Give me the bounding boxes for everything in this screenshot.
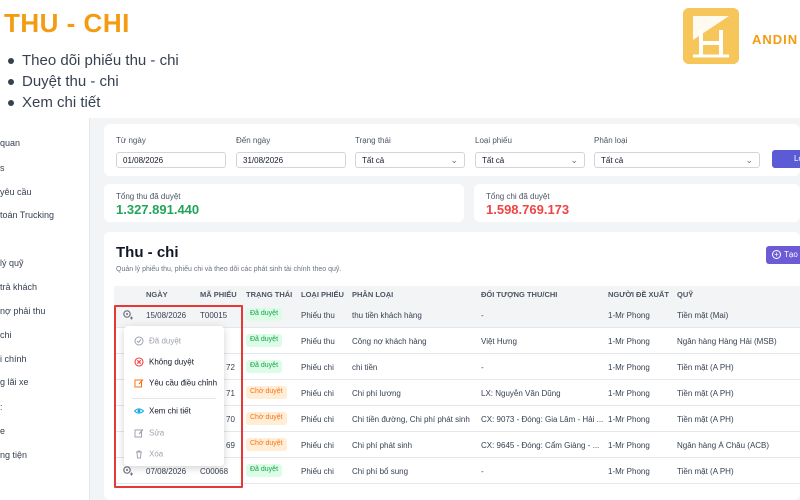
cell-proposer: 1-Mr Phong xyxy=(608,363,650,372)
income-stat-label: Tổng thu đã duyệt xyxy=(116,192,181,201)
chevron-down-icon: ⌄ xyxy=(450,155,458,165)
cell-type: Phiếu chi xyxy=(301,467,334,476)
to-date-input[interactable]: 31/08/2026 xyxy=(236,152,346,168)
cell-fund: Tiền mặt (A PH) xyxy=(677,363,734,372)
col-header: NGƯỜI ĐỀ XUẤT xyxy=(608,290,669,299)
status-badge: Chờ duyệt xyxy=(246,438,287,451)
sidebar: quan s yêu cầu toán Trucking lý quỹ trả … xyxy=(0,118,90,500)
cell-proposer: 1-Mr Phong xyxy=(608,337,650,346)
cell-proposer: 1-Mr Phong xyxy=(608,311,650,320)
brand-logo xyxy=(683,8,739,64)
col-header: QUỸ xyxy=(677,290,694,299)
expense-stat-value: 1.598.769.173 xyxy=(486,202,570,217)
sidebar-item[interactable]: quan xyxy=(0,138,20,148)
col-header: LOẠI PHIẾU xyxy=(301,290,344,299)
cell-fund: Tiền mặt (Mai) xyxy=(677,311,729,320)
status-badge: Chờ duyệt xyxy=(246,386,287,399)
status-label: Trạng thái xyxy=(355,136,391,145)
highlight-frame xyxy=(114,305,243,488)
from-date-label: Từ ngày xyxy=(116,136,146,145)
cell-type: Phiếu chi xyxy=(301,415,334,424)
status-badge: Đã duyệt xyxy=(246,334,283,347)
cell-category: thu tiền khách hàng xyxy=(352,311,422,320)
cell-type: Phiếu chi xyxy=(301,441,334,450)
type-label: Loại phiếu xyxy=(475,136,512,145)
filter-button[interactable]: Lo xyxy=(772,150,800,168)
income-stat-value: 1.327.891.440 xyxy=(116,202,200,217)
income-stat-card: Tổng thu đã duyệt 1.327.891.440 xyxy=(104,184,464,222)
cell-category: chi tiền xyxy=(352,363,378,372)
cell-party: - xyxy=(481,363,484,372)
cell-proposer: 1-Mr Phong xyxy=(608,389,650,398)
sidebar-item[interactable]: i chính xyxy=(0,354,27,364)
cell-category: Chi phí phát sinh xyxy=(352,441,413,450)
expense-stat-label: Tổng chi đã duyệt xyxy=(486,192,550,201)
slide-title: THU - CHI xyxy=(4,8,130,38)
sidebar-item[interactable]: : xyxy=(0,402,3,412)
cell-party: LX: Nguyễn Văn Dũng xyxy=(481,389,561,398)
cell-party: CX: 9645 - Đóng: Cẩm Giàng - ... xyxy=(481,441,600,450)
cell-type: Phiếu chi xyxy=(301,389,334,398)
col-header: TRẠNG THÁI xyxy=(246,290,293,299)
col-header: MÃ PHIẾU xyxy=(200,290,237,299)
sidebar-item[interactable]: yêu cầu xyxy=(0,187,32,197)
col-header: PHÂN LOẠI xyxy=(352,290,394,299)
status-badge: Chờ duyệt xyxy=(246,412,287,425)
bullet-item: Xem chi tiết xyxy=(6,92,179,113)
feature-bullets: Theo dõi phiếu thu - chi Duyệt thu - chi… xyxy=(6,50,179,113)
sidebar-item[interactable]: ng tiện xyxy=(0,450,27,460)
sidebar-item[interactable]: s xyxy=(0,163,5,173)
type-select[interactable]: Tất cả ⌄ xyxy=(475,152,585,168)
cell-proposer: 1-Mr Phong xyxy=(608,415,650,424)
cell-category: Chi phí bổ sung xyxy=(352,467,409,476)
cell-party: CX: 9073 - Đóng: Gia Lâm - Hải ... xyxy=(481,415,603,424)
category-label: Phân loại xyxy=(594,136,628,145)
cell-party: - xyxy=(481,311,484,320)
cell-type: Phiếu thu xyxy=(301,337,335,346)
page-title: Thu - chi xyxy=(116,244,179,261)
bullet-item: Theo dõi phiếu thu - chi xyxy=(6,50,179,71)
sidebar-item[interactable]: chi xyxy=(0,330,12,340)
sidebar-item[interactable]: trả khách xyxy=(0,282,37,292)
expense-stat-card: Tổng chi đã duyệt 1.598.769.173 xyxy=(474,184,800,222)
cell-fund: Ngân hàng Á Châu (ACB) xyxy=(677,441,770,450)
cell-category: Chi tiền đường, Chi phí phát sinh xyxy=(352,415,470,424)
table-header: NGÀY MÃ PHIẾU TRẠNG THÁI LOẠI PHIẾU PHÂN… xyxy=(114,286,800,302)
category-select[interactable]: Tất cả ⌄ xyxy=(594,152,760,168)
cell-category: Chi phí lương xyxy=(352,389,401,398)
chevron-down-icon: ⌄ xyxy=(570,155,578,165)
bullet-item: Duyệt thu - chi xyxy=(6,71,179,92)
cell-party: - xyxy=(481,467,484,476)
filter-bar: Từ ngày 01/08/2026 Đến ngày 31/08/2026 T… xyxy=(104,124,800,176)
cell-fund: Tiền mặt (A PH) xyxy=(677,389,734,398)
from-date-input[interactable]: 01/08/2026 xyxy=(116,152,226,168)
status-badge: Đã duyệt xyxy=(246,308,283,321)
status-badge: Đã duyệt xyxy=(246,464,283,477)
cell-proposer: 1-Mr Phong xyxy=(608,441,650,450)
to-date-label: Đến ngày xyxy=(236,136,271,145)
cell-party: Việt Hưng xyxy=(481,337,517,346)
status-badge: Đã duyệt xyxy=(246,360,283,373)
cell-fund: Tiền mặt (A PH) xyxy=(677,467,734,476)
sidebar-item[interactable]: toán Trucking xyxy=(0,210,54,220)
cell-type: Phiếu thu xyxy=(301,311,335,320)
cell-proposer: 1-Mr Phong xyxy=(608,467,650,476)
status-select[interactable]: Tất cả ⌄ xyxy=(355,152,465,168)
chevron-down-icon: ⌄ xyxy=(745,155,753,165)
sidebar-item[interactable]: nợ phải thu xyxy=(0,306,45,316)
sidebar-item[interactable]: e xyxy=(0,426,5,436)
add-button[interactable]: + Tạo xyxy=(766,246,800,264)
sidebar-item[interactable]: g lãi xe xyxy=(0,377,29,387)
cell-type: Phiếu chi xyxy=(301,363,334,372)
page-subtitle: Quản lý phiếu thu, phiếu chi và theo dõi… xyxy=(116,266,342,273)
sidebar-item[interactable]: lý quỹ xyxy=(0,258,24,268)
col-header: NGÀY xyxy=(146,290,168,299)
brand-name: ANDIN xyxy=(752,32,799,47)
plus-icon: + xyxy=(772,250,781,259)
cell-category: Công nợ khách hàng xyxy=(352,337,427,346)
cell-fund: Tiền mặt (A PH) xyxy=(677,415,734,424)
col-header: ĐỐI TƯỢNG THU/CHI xyxy=(481,290,558,299)
cell-fund: Ngân hàng Hàng Hải (MSB) xyxy=(677,337,777,346)
